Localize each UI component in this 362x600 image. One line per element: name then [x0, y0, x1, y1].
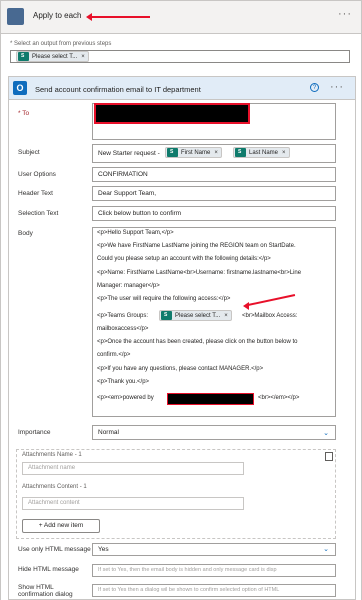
- body-line: <br></em></p>: [258, 395, 300, 401]
- body-line: <p>Once the account has been created, pl…: [97, 339, 298, 345]
- chevron-down-icon: ⌄: [323, 430, 329, 437]
- user-options-label: User Options: [18, 171, 56, 178]
- attachment-name-input[interactable]: Attachment name: [22, 462, 244, 475]
- selection-text-label: Selection Text: [18, 210, 59, 217]
- attachment-content-input[interactable]: Attachment content: [22, 497, 244, 510]
- first-name-token[interactable]: First Name ×: [165, 147, 222, 158]
- output-input[interactable]: Please select T... ×: [10, 50, 350, 63]
- annotation-arrow: [90, 16, 150, 18]
- user-options-field[interactable]: CONFIRMATION: [92, 167, 336, 182]
- close-icon[interactable]: ×: [282, 150, 286, 156]
- use-html-label: Use only HTML message: [18, 546, 91, 553]
- add-new-item-button[interactable]: + Add new item: [22, 519, 100, 533]
- teams-token[interactable]: Please select T... ×: [159, 310, 232, 321]
- hide-html-dropdown[interactable]: If set to Yes, then the email body is hi…: [92, 564, 336, 577]
- subject-label: Subject: [18, 149, 40, 156]
- action-more-icon[interactable]: ···: [330, 81, 344, 93]
- sharepoint-icon: [18, 52, 29, 61]
- output-token[interactable]: Please select T... ×: [16, 51, 89, 62]
- importance-dropdown[interactable]: Normal ⌄: [92, 425, 336, 440]
- body-line: <br>Mailbox Access:: [242, 313, 298, 319]
- show-html-dropdown[interactable]: If set to Yes then a dialog wil be shown…: [92, 584, 336, 597]
- body-line: <p><em>powered by: [97, 395, 154, 401]
- annotation-arrowhead: [86, 13, 92, 21]
- sharepoint-icon: [161, 311, 172, 320]
- last-name-token[interactable]: Last Name ×: [233, 147, 290, 158]
- selection-text-field[interactable]: Click below button to confirm: [92, 206, 336, 221]
- use-html-dropdown[interactable]: Yes ⌄: [92, 543, 336, 556]
- close-icon[interactable]: ×: [81, 54, 85, 60]
- loop-icon: [7, 8, 24, 25]
- sharepoint-icon: [167, 148, 178, 157]
- body-label: Body: [18, 230, 33, 237]
- annotation-arrowhead: [243, 302, 249, 310]
- to-label: * To: [18, 110, 30, 117]
- header-text-label: Header Text: [18, 190, 53, 197]
- copy-icon[interactable]: [325, 452, 333, 461]
- importance-label: Importance: [18, 429, 51, 436]
- body-line: <p>We have FirstName LastName joining th…: [97, 243, 296, 249]
- loop-more-icon[interactable]: ···: [338, 8, 352, 20]
- redacted-powered-by: [167, 393, 254, 405]
- hide-html-label: Hide HTML message: [18, 566, 79, 573]
- close-icon[interactable]: ×: [224, 313, 228, 319]
- body-line: <p>Teams Groups:: [97, 313, 149, 319]
- chevron-down-icon: ⌄: [323, 546, 329, 553]
- body-line: <p>If you have any questions, please con…: [97, 366, 264, 372]
- body-line: mailboxaccess</p>: [97, 326, 149, 332]
- body-line: <p>Thank you.</p>: [97, 379, 150, 385]
- header-text-field[interactable]: Dear Support Team,: [92, 186, 336, 201]
- close-icon[interactable]: ×: [214, 150, 218, 156]
- redacted-to: [94, 103, 250, 124]
- action-title: Send account confirmation email to IT de…: [35, 85, 201, 94]
- body-line: confirm.</p>: [97, 352, 131, 358]
- loop-title: Apply to each: [33, 11, 82, 20]
- show-html-label: Show HTML confirmation dialog: [18, 584, 73, 598]
- body-line: <p>Name: FirstName LastName<br>Username:…: [97, 270, 302, 276]
- body-line: Could you please setup an account with t…: [97, 256, 271, 262]
- sharepoint-icon: [235, 148, 246, 157]
- body-line: <p>Hello Support Team,</p>: [97, 230, 174, 236]
- help-icon[interactable]: ?: [310, 83, 319, 92]
- body-line: <p>The user will require the following a…: [97, 296, 231, 302]
- select-output-label: * Select an output from previous steps: [10, 41, 112, 47]
- attachments-content-label: Attachments Content - 1: [22, 484, 87, 490]
- attachments-name-label: Attachments Name - 1: [22, 452, 82, 458]
- body-line: Manager: manager</p>: [97, 283, 160, 289]
- outlook-icon: O: [13, 81, 27, 95]
